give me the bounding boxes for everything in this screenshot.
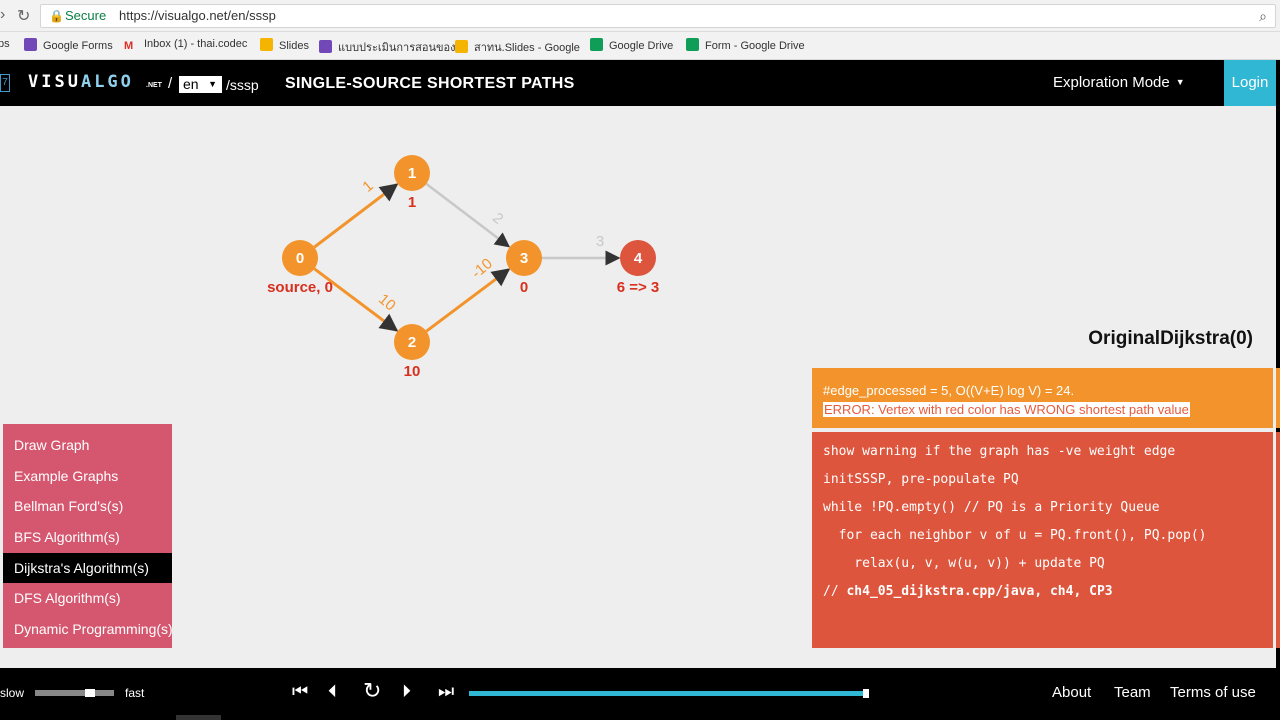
pseudocode-panel: show warning if the graph has -ve weight…	[812, 432, 1273, 648]
status-panel: #edge_processed = 5, O((V+E) log V) = 24…	[812, 368, 1273, 428]
progress-thumb[interactable]	[863, 689, 869, 698]
step-forward-icon[interactable]: ⏵	[402, 681, 411, 702]
menu-item-dynamic-programming[interactable]: Dynamic Programming(s)	[3, 614, 173, 644]
status-panel-toggle[interactable]	[1276, 368, 1280, 428]
about-link[interactable]: About	[1052, 684, 1091, 701]
step-backward-icon[interactable]: ⏴	[328, 681, 337, 702]
action-menu: Draw Graph Example Graphs Bellman Ford's…	[3, 424, 173, 648]
status-error: ERROR: Vertex with red color has WRONG s…	[823, 402, 1190, 417]
menu-item-dijkstra[interactable]: Dijkstra's Algorithm(s)	[3, 553, 172, 583]
speed-slider[interactable]	[35, 690, 114, 696]
terms-of-use-link[interactable]: Terms of use	[1170, 684, 1256, 701]
code-line: for each neighbor v of u = PQ.front(), P…	[823, 528, 1207, 543]
speed-slider-thumb[interactable]	[84, 689, 95, 697]
replay-icon[interactable]: ↻	[363, 678, 381, 704]
menu-item-example-graphs[interactable]: Example Graphs	[3, 461, 172, 491]
vertex-id-label: 1	[408, 165, 416, 182]
menu-item-bfs[interactable]: BFS Algorithm(s)	[3, 522, 172, 552]
graph-edge-2-3	[425, 268, 511, 333]
animation-progress-bar[interactable]	[469, 691, 868, 696]
go-to-start-icon[interactable]: ⏮	[292, 681, 308, 702]
code-line: initSSSP, pre-populate PQ	[823, 472, 1019, 487]
speed-fast-label: fast	[125, 686, 145, 700]
edge-weight-label: 1	[359, 177, 376, 195]
vertex-id-label: 4	[634, 250, 643, 267]
vertex-distance-label: 1	[408, 194, 416, 211]
edge-weight-label: 10	[375, 291, 399, 315]
menu-item-draw-graph[interactable]: Draw Graph	[3, 430, 172, 460]
pseudocode-panel-toggle[interactable]	[1276, 432, 1280, 648]
code-comment: // ch4_05_dijkstra.cpp/java, ch4, CP3	[823, 584, 1113, 599]
menu-item-dfs[interactable]: DFS Algorithm(s)	[3, 583, 172, 613]
code-line: while !PQ.empty() // PQ is a Priority Qu…	[823, 500, 1160, 515]
status-edge-count: #edge_processed = 5, O((V+E) log V) = 24…	[823, 383, 1075, 398]
menu-item-bellman-ford[interactable]: Bellman Ford's(s)	[3, 491, 172, 521]
edge-weight-label: 2	[489, 209, 506, 227]
go-to-end-icon[interactable]: ⏭	[438, 681, 454, 702]
edge-weight-label: 3	[596, 233, 604, 250]
vertex-id-label: 0	[296, 250, 304, 267]
vertex-distance-label: 6 => 3	[617, 279, 660, 296]
vertex-distance-label: 10	[404, 363, 421, 380]
graph-edge-0-1	[313, 183, 399, 249]
speed-slow-label: slow	[0, 686, 25, 700]
code-line: show warning if the graph has -ve weight…	[823, 444, 1176, 459]
scroll-indicator	[176, 715, 221, 720]
vertex-distance-label: 0	[520, 279, 528, 296]
vertex-id-label: 3	[520, 250, 528, 267]
edge-weight-label: -10	[468, 255, 496, 282]
team-link[interactable]: Team	[1114, 684, 1151, 701]
algorithm-title: OriginalDijkstra(0)	[1088, 328, 1253, 349]
vertex-id-label: 2	[408, 334, 416, 351]
playback-bar: slow fast ⏮ ⏴ ↻ ⏵ ⏭ About Team Terms of …	[0, 668, 1280, 720]
code-line: relax(u, v, w(u, v)) + update PQ	[823, 556, 1105, 571]
vertex-distance-label: source, 0	[267, 279, 333, 296]
